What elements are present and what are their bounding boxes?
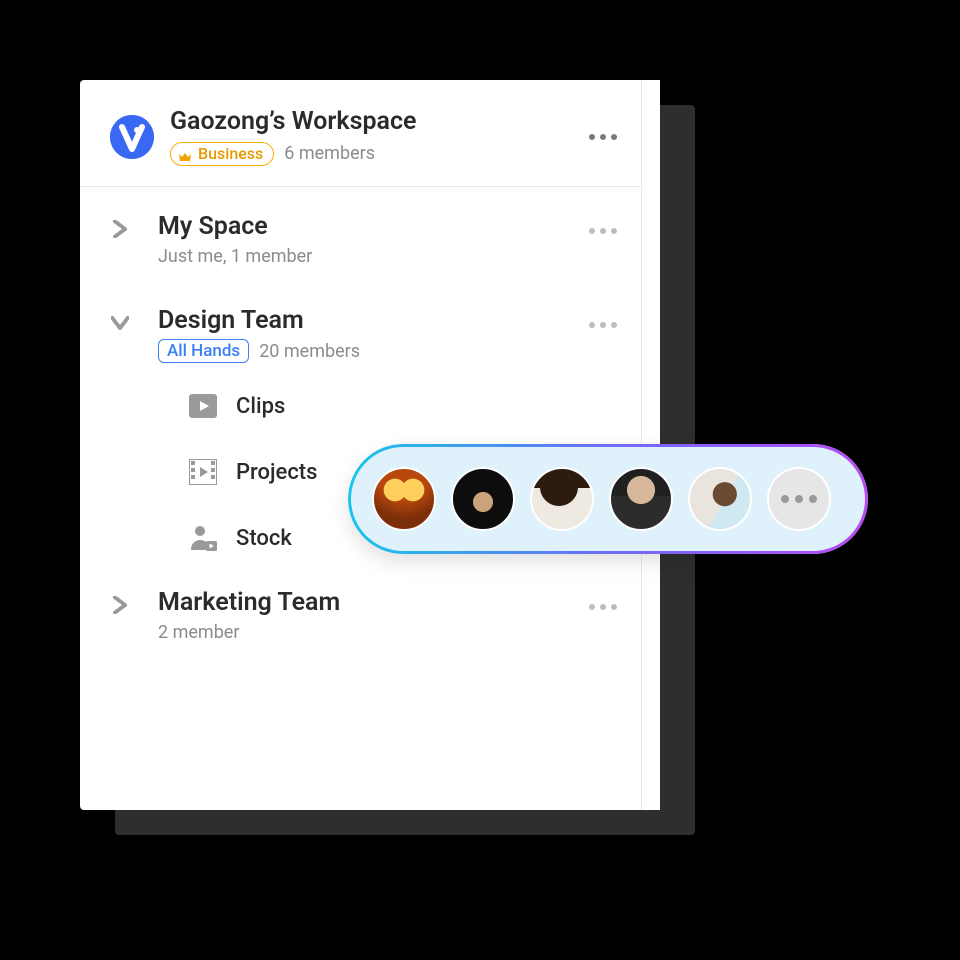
chevron-right-icon[interactable] — [106, 215, 134, 243]
team-more-button[interactable] — [586, 217, 620, 245]
crown-icon — [178, 148, 192, 160]
more-icon — [589, 228, 617, 234]
workspace-member-count: 6 members — [284, 143, 375, 164]
child-item-clips[interactable]: Clips — [188, 373, 642, 439]
person-play-icon — [188, 523, 218, 553]
member-avatar[interactable] — [688, 467, 752, 531]
child-label: Stock — [236, 526, 292, 551]
team-more-button[interactable] — [586, 593, 620, 621]
member-avatar[interactable] — [530, 467, 594, 531]
chevron-right-icon[interactable] — [106, 591, 134, 619]
workspace-title[interactable]: Gaozong’s Workspace — [170, 108, 570, 137]
film-icon — [188, 457, 218, 487]
member-avatar[interactable] — [372, 467, 436, 531]
team-subtitle: 2 member — [158, 622, 239, 643]
more-icon — [589, 134, 617, 140]
team-tag[interactable]: All Hands — [158, 339, 249, 363]
plan-badge[interactable]: Business — [170, 142, 274, 166]
member-avatar[interactable] — [451, 467, 515, 531]
member-more-button[interactable] — [767, 467, 831, 531]
team-title: My Space — [158, 213, 570, 242]
team-item-marketing-team[interactable]: Marketing Team 2 member — [80, 571, 642, 643]
team-title: Marketing Team — [158, 589, 570, 618]
more-icon — [589, 322, 617, 328]
workspace-more-button[interactable] — [586, 123, 620, 151]
team-subtitle: 20 members — [259, 341, 360, 362]
play-icon — [188, 391, 218, 421]
team-subtitle: Just me, 1 member — [158, 246, 312, 267]
member-avatar[interactable] — [609, 467, 673, 531]
team-title: Design Team — [158, 307, 570, 336]
workspace-logo-icon[interactable] — [110, 115, 154, 159]
chevron-down-icon[interactable] — [106, 309, 134, 337]
child-label: Clips — [236, 394, 285, 419]
team-item-design-team[interactable]: Design Team All Hands 20 members — [80, 267, 642, 364]
members-avatar-pill — [348, 444, 868, 554]
child-label: Projects — [236, 460, 317, 485]
workspace-header: Gaozong’s Workspace Business 6 members — [80, 80, 642, 187]
more-icon — [589, 604, 617, 610]
team-more-button[interactable] — [586, 311, 620, 339]
plan-badge-label: Business — [198, 144, 263, 164]
team-item-my-space[interactable]: My Space Just me, 1 member — [80, 187, 642, 267]
